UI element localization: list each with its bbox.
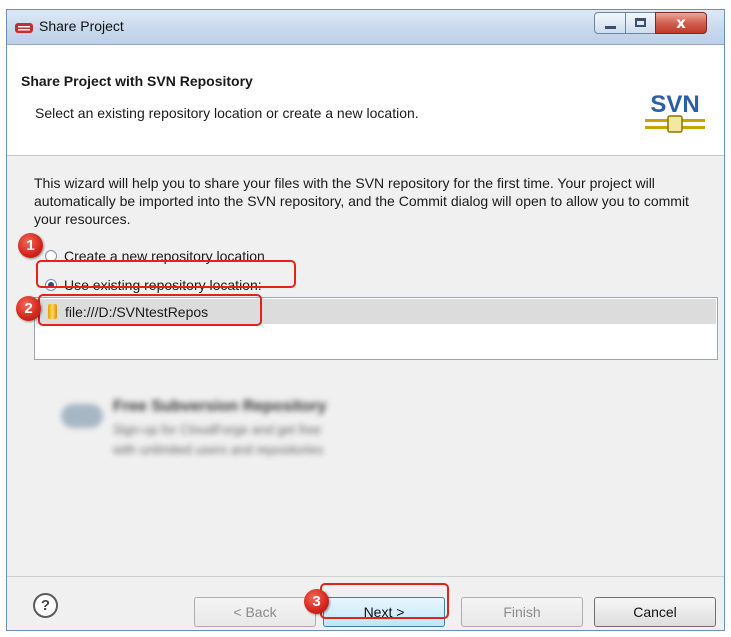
title-bar[interactable]: Share Project x [7,10,724,45]
callout-badge-2: 2 [16,296,41,321]
close-button[interactable]: x [655,12,707,34]
cloudforge-promo[interactable]: Free Subversion Repository Sign-up for C… [55,398,675,478]
promo-title: Free Subversion Repository [113,398,327,415]
svn-logo-icon: SVN [641,86,709,142]
back-button[interactable]: < Back [194,597,316,627]
close-icon: x [676,14,686,32]
callout-box-2 [38,294,262,326]
cancel-button[interactable]: Cancel [594,597,716,627]
wizard-header: Share Project with SVN Repository Select… [7,45,724,156]
minimize-button[interactable] [594,12,626,34]
cloud-icon [61,404,103,428]
wizard-title: Share Project with SVN Repository [21,73,253,89]
eclipse-app-icon [15,23,33,33]
footer-divider [7,576,724,577]
intro-text: This wizard will help you to share your … [34,175,689,227]
maximize-button[interactable] [625,12,656,34]
callout-badge-1: 1 [18,233,43,258]
callout-box-1 [36,260,296,288]
help-button[interactable]: ? [33,593,58,618]
wizard-content: This wizard will help you to share your … [7,156,724,630]
finish-button[interactable]: Finish [461,597,583,627]
callout-box-3 [320,583,449,619]
wizard-description: Select an existing repository location o… [35,105,419,121]
promo-line-2: with unlimited users and repositories [113,442,324,457]
svn-logo-text: SVN [650,91,699,118]
callout-badge-3: 3 [304,589,329,614]
promo-line-1: Sign-up for CloudForge and get free [113,422,322,437]
window-title: Share Project [39,18,124,34]
